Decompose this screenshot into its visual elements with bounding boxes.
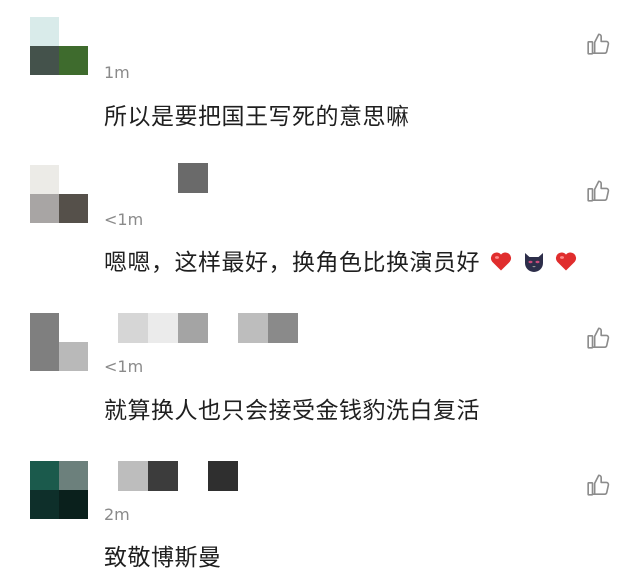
thumbs-up-icon[interactable] [586, 472, 612, 498]
comment-item: <1m 嗯嗯，这样最好，换角色比换演员好 [0, 145, 640, 290]
thumbs-up-icon[interactable] [586, 325, 612, 351]
comment-item: <1m 就算换人也只会接受金钱豹洗白复活 [0, 290, 640, 435]
avatar[interactable] [30, 165, 88, 223]
comment-item: 2m 致敬博斯曼 [0, 435, 640, 580]
username-mosaic[interactable] [118, 461, 238, 491]
avatar[interactable] [30, 461, 88, 519]
comment-timestamp: <1m [104, 357, 144, 376]
comment-timestamp: 2m [104, 505, 130, 524]
avatar[interactable] [30, 17, 88, 75]
comment-text: 就算换人也只会接受金钱豹洗白复活 [104, 398, 480, 424]
heart-icon [490, 252, 511, 271]
username-mosaic[interactable] [118, 313, 298, 343]
heart-icon [556, 252, 577, 271]
thumbs-up-icon[interactable] [586, 178, 612, 204]
username-mosaic[interactable] [178, 163, 208, 193]
comment-timestamp: 1m [104, 63, 130, 82]
comment-text: 致敬博斯曼 [104, 545, 222, 571]
comment-text: 所以是要把国王写死的意思嘛 [104, 104, 410, 130]
comment-text: 嗯嗯，这样最好，换角色比换演员好 [104, 243, 578, 277]
comment-item: 1m 所以是要把国王写死的意思嘛 [0, 0, 640, 145]
avatar[interactable] [30, 313, 88, 371]
comment-text-content: 嗯嗯，这样最好，换角色比换演员好 [104, 250, 480, 276]
comment-timestamp: <1m [104, 210, 144, 229]
cat-face-icon [524, 253, 543, 272]
thumbs-up-icon[interactable] [586, 31, 612, 57]
